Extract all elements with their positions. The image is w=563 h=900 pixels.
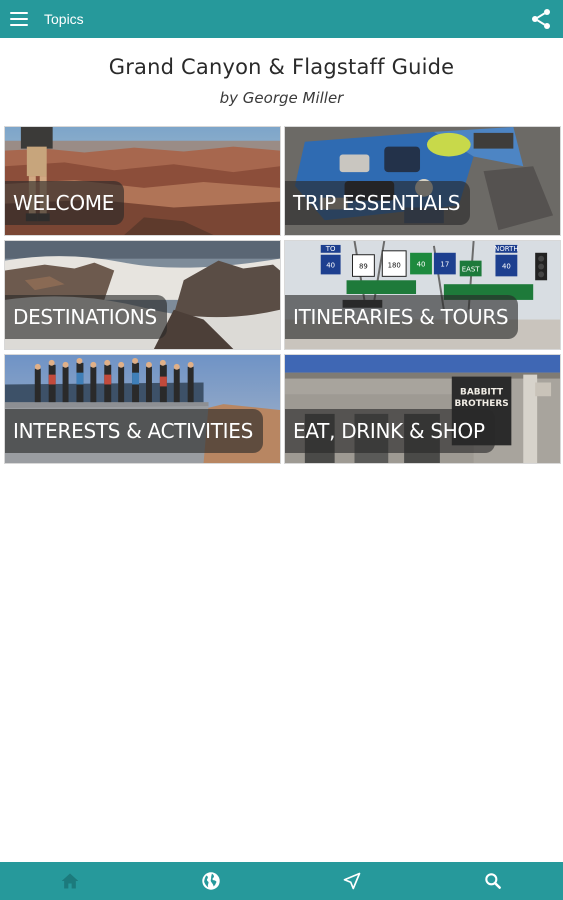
nav-home-button[interactable] — [50, 862, 90, 900]
menu-button[interactable] — [0, 0, 38, 38]
sign-text-40a: 40 — [326, 262, 335, 270]
building-sign-line2: BROTHERS — [454, 399, 508, 409]
tile-interests-activities[interactable]: INTERESTS & ACTIVITIES — [4, 354, 281, 464]
hamburger-menu-icon — [10, 12, 28, 26]
tile-eat-drink-shop[interactable]: BABBITT BROTHERS EAT, DRINK & SHOP — [284, 354, 561, 464]
nav-globe-button[interactable] — [191, 862, 231, 900]
tile-label: ITINERARIES & TOURS — [285, 295, 519, 339]
share-button[interactable] — [529, 7, 553, 31]
tile-label: INTERESTS & ACTIVITIES — [5, 409, 264, 453]
tile-label: WELCOME — [5, 181, 125, 225]
bottom-nav-bar — [0, 862, 563, 900]
tile-trip-essentials[interactable]: TRIP ESSENTIALS — [284, 126, 561, 236]
sign-text-17: 17 — [440, 261, 449, 269]
share-icon — [532, 9, 550, 29]
sign-text-40c: 40 — [502, 263, 511, 271]
tile-destinations[interactable]: DESTINATIONS — [4, 240, 281, 350]
guide-author: by George Miller — [219, 89, 344, 107]
app-bar-title: Topics — [44, 11, 84, 27]
search-icon — [484, 873, 501, 889]
tile-welcome[interactable]: WELCOME — [4, 126, 281, 236]
globe-icon — [202, 872, 220, 890]
sign-text-89: 89 — [359, 263, 368, 271]
tile-label: TRIP ESSENTIALS — [285, 181, 471, 225]
sign-text-40b: 40 — [417, 261, 426, 269]
sign-text-180: 180 — [388, 262, 401, 270]
nav-search-button[interactable] — [473, 862, 513, 900]
sign-text-east: EAST — [462, 265, 481, 273]
guide-title: Grand Canyon & Flagstaff Guide — [108, 55, 455, 79]
building-sign-line1: BABBITT — [460, 387, 503, 397]
nav-location-button[interactable] — [332, 862, 372, 900]
tile-label: DESTINATIONS — [5, 295, 167, 339]
tile-itineraries-tours[interactable]: TO 40 89 180 40 17 NORTH 40 EAST ITINERA… — [284, 240, 561, 350]
home-icon — [62, 873, 79, 889]
tile-label: EAT, DRINK & SHOP — [285, 409, 495, 453]
navigation-arrow-icon — [343, 872, 361, 890]
sign-text-north: NORTH — [494, 245, 518, 253]
app-bar: Topics — [0, 0, 563, 38]
sign-text-to: TO — [325, 245, 336, 253]
